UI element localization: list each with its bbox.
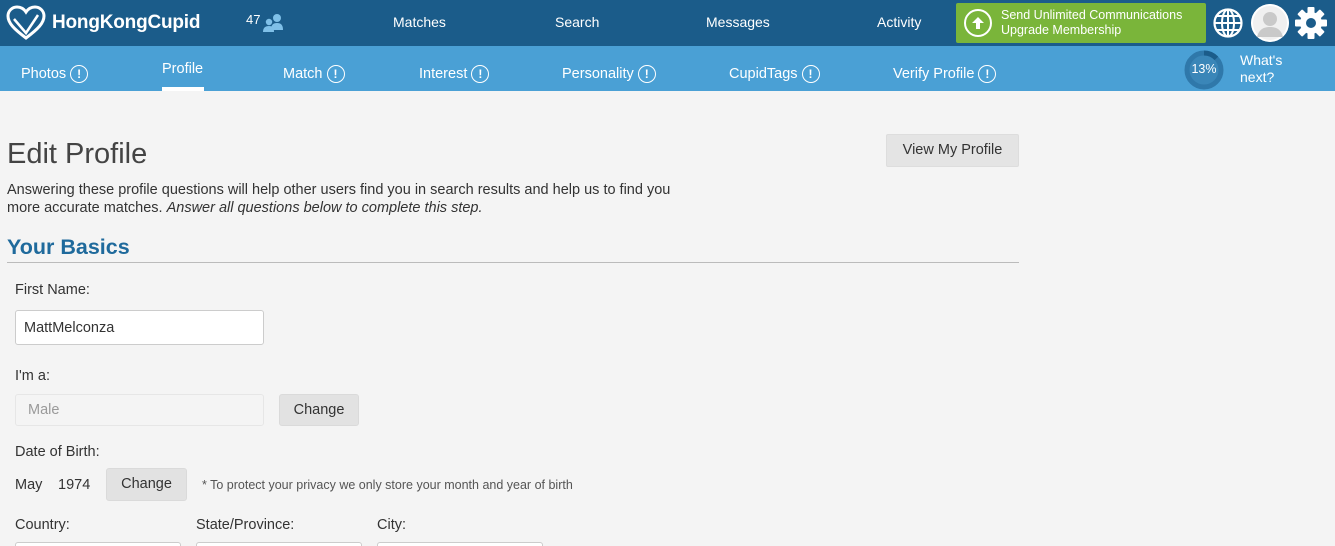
- whats-next-line1: What's: [1240, 52, 1283, 68]
- profile-steps-bar: Photos ! Profile Match ! Interest ! Pers…: [0, 46, 1335, 91]
- arrow-up-icon: [964, 9, 992, 37]
- state-label: State/Province:: [196, 517, 295, 533]
- nav-activity[interactable]: Activity: [877, 14, 921, 30]
- tab-label: Photos: [21, 66, 67, 82]
- tab-label: Match: [283, 66, 323, 82]
- upgrade-line2: Upgrade Membership: [1001, 23, 1122, 37]
- users-icon: [263, 14, 284, 32]
- view-my-profile-button[interactable]: View My Profile: [886, 134, 1019, 167]
- avatar[interactable]: [1251, 4, 1289, 42]
- tab-label: Verify Profile: [893, 66, 975, 82]
- online-count: 47: [246, 12, 261, 27]
- dob-label: Date of Birth:: [15, 444, 100, 460]
- change-dob-button[interactable]: Change: [106, 468, 187, 501]
- alert-icon: !: [637, 65, 656, 83]
- alert-icon: !: [326, 65, 345, 83]
- globe-icon[interactable]: [1212, 7, 1244, 39]
- first-name-label: First Name:: [15, 282, 90, 298]
- tab-label: Interest: [419, 66, 468, 82]
- upgrade-button[interactable]: Send Unlimited Communications Upgrade Me…: [956, 3, 1206, 43]
- intro-emphasis: Answer all questions below to complete t…: [166, 200, 483, 216]
- tab-interest[interactable]: Interest !: [419, 65, 490, 83]
- dob-year: 1974: [58, 477, 91, 493]
- dob-privacy-note: * To protect your privacy we only store …: [202, 478, 573, 492]
- upgrade-line1: Send Unlimited Communications: [1001, 8, 1183, 22]
- alert-icon: !: [801, 65, 820, 83]
- tab-photos[interactable]: Photos !: [21, 65, 89, 83]
- gender-label: I'm a:: [15, 368, 50, 384]
- section-title-basics: Your Basics: [7, 235, 130, 259]
- top-bar: HongKongCupid 47 Matches Search Messages…: [0, 0, 1335, 46]
- tab-profile[interactable]: Profile: [162, 61, 203, 77]
- section-divider: [7, 262, 1019, 263]
- tab-verify-profile[interactable]: Verify Profile !: [893, 65, 997, 83]
- tab-match[interactable]: Match !: [283, 65, 345, 83]
- nav-search[interactable]: Search: [555, 14, 599, 30]
- dob-month: May: [15, 477, 43, 493]
- country-select[interactable]: [15, 542, 181, 546]
- active-tab-indicator: [162, 87, 204, 91]
- progress-percent: 13%: [1191, 62, 1217, 76]
- whats-next-line2: next?: [1240, 69, 1275, 85]
- tab-label: CupidTags: [729, 66, 798, 82]
- alert-icon: !: [70, 65, 89, 83]
- tab-label: Personality: [562, 66, 634, 82]
- page-title: Edit Profile: [7, 138, 148, 170]
- intro-text: Answering these profile questions will h…: [7, 181, 707, 217]
- city-label: City:: [377, 517, 406, 533]
- gender-field: Male: [15, 394, 264, 426]
- alert-icon: !: [978, 65, 997, 83]
- tab-personality[interactable]: Personality !: [562, 65, 656, 83]
- city-select[interactable]: [377, 542, 543, 546]
- state-select[interactable]: [196, 542, 362, 546]
- whats-next-link[interactable]: What's next?: [1240, 52, 1282, 86]
- alert-icon: !: [471, 65, 490, 83]
- nav-matches[interactable]: Matches: [393, 14, 446, 30]
- first-name-input[interactable]: [15, 310, 264, 345]
- country-label: Country:: [15, 517, 70, 533]
- brand-name: HongKongCupid: [52, 12, 201, 33]
- logo[interactable]: HongKongCupid: [6, 5, 200, 41]
- nav-messages[interactable]: Messages: [706, 14, 770, 30]
- heart-logo-icon: [6, 5, 46, 40]
- user-silhouette-icon: [1251, 4, 1289, 42]
- gear-icon[interactable]: [1294, 6, 1328, 40]
- tab-cupidtags[interactable]: CupidTags !: [729, 65, 820, 83]
- change-gender-button[interactable]: Change: [279, 394, 359, 426]
- online-users-indicator[interactable]: 47: [246, 12, 284, 33]
